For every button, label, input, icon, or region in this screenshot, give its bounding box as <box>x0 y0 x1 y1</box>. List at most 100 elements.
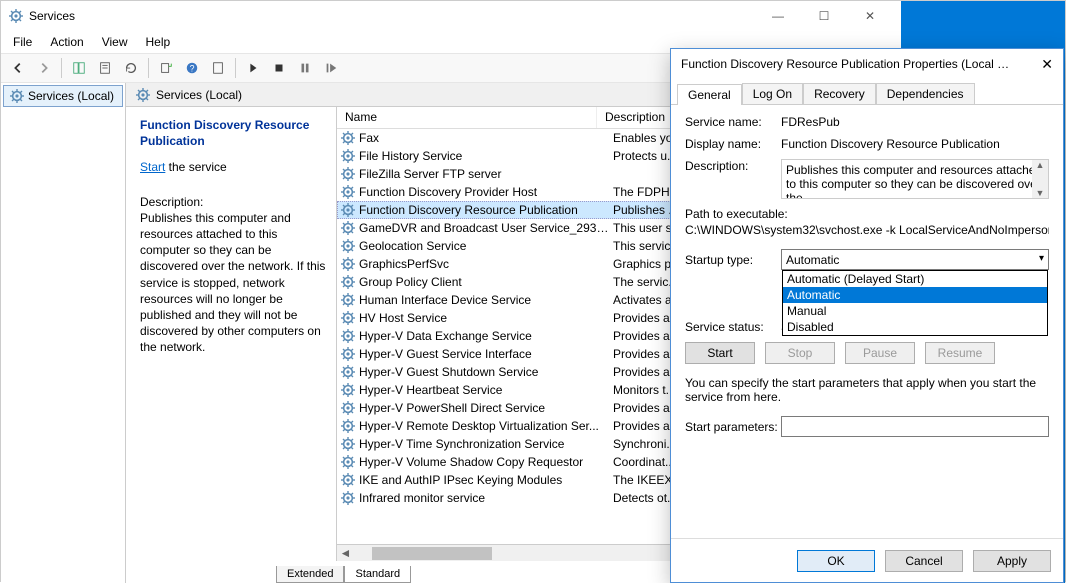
show-hide-tree-button[interactable] <box>68 57 90 79</box>
properties-dialog: Function Discovery Resource Publication … <box>670 48 1064 583</box>
startup-type-value: Automatic <box>786 253 839 267</box>
back-button[interactable] <box>7 57 29 79</box>
service-name: Hyper-V Heartbeat Service <box>359 383 609 397</box>
gear-icon <box>341 239 355 253</box>
startup-option[interactable]: Disabled <box>783 319 1047 335</box>
gear-icon <box>341 257 355 271</box>
svg-text:?: ? <box>190 64 195 74</box>
stop-button[interactable] <box>268 57 290 79</box>
tab-general[interactable]: General <box>677 84 742 105</box>
service-name: Group Policy Client <box>359 275 609 289</box>
forward-button[interactable] <box>33 57 55 79</box>
minimize-button[interactable]: — <box>755 1 801 31</box>
service-name: GraphicsPerfSvc <box>359 257 609 271</box>
detail-pane: Function Discovery Resource Publication … <box>126 107 336 561</box>
desc-text: Publishes this computer and resources at… <box>140 210 326 356</box>
maximize-button[interactable]: ☐ <box>801 1 847 31</box>
service-name-label: Service name: <box>685 115 781 129</box>
apply-button[interactable]: Apply <box>973 550 1051 572</box>
cancel-button[interactable]: Cancel <box>885 550 963 572</box>
gear-icon <box>341 383 355 397</box>
display-name-value: Function Discovery Resource Publication <box>781 137 1049 151</box>
close-button[interactable]: ✕ <box>847 1 893 31</box>
path-label: Path to executable: <box>685 207 1049 221</box>
start-parameters-label: Start parameters: <box>685 420 781 434</box>
menu-view[interactable]: View <box>94 33 136 51</box>
titlebar[interactable]: Services — ☐ ✕ <box>1 1 901 31</box>
properties-button[interactable] <box>94 57 116 79</box>
service-name: IKE and AuthIP IPsec Keying Modules <box>359 473 609 487</box>
pause-button[interactable] <box>294 57 316 79</box>
gear-icon <box>341 329 355 343</box>
desc-label: Description: <box>140 194 326 210</box>
gear-icon <box>341 347 355 361</box>
startup-type-label: Startup type: <box>685 253 781 267</box>
gear-icon <box>341 401 355 415</box>
service-name: Hyper-V Data Exchange Service <box>359 329 609 343</box>
dialog-close-button[interactable]: ✕ <box>1013 56 1053 73</box>
scroll-thumb[interactable] <box>372 547 492 560</box>
gear-icon <box>341 131 355 145</box>
startup-type-combo[interactable]: Automatic ▾ Automatic (Delayed Start)Aut… <box>781 249 1049 270</box>
description-box[interactable]: Publishes this computer and resources at… <box>781 159 1049 199</box>
service-name: HV Host Service <box>359 311 609 325</box>
refresh-button[interactable] <box>120 57 142 79</box>
gear-icon <box>136 88 150 102</box>
gear-icon <box>341 437 355 451</box>
dialog-titlebar[interactable]: Function Discovery Resource Publication … <box>671 49 1063 79</box>
service-name: Hyper-V Volume Shadow Copy Requestor <box>359 455 609 469</box>
gear-icon <box>341 293 355 307</box>
startup-option[interactable]: Automatic (Delayed Start) <box>783 271 1047 287</box>
detail-service-name: Function Discovery Resource Publication <box>140 117 326 149</box>
start-link[interactable]: Start <box>140 160 165 174</box>
menu-help[interactable]: Help <box>138 33 179 51</box>
restart-button[interactable] <box>320 57 342 79</box>
gear-icon <box>341 167 355 181</box>
toolbar-properties-icon[interactable] <box>207 57 229 79</box>
app-title: Services <box>29 9 75 23</box>
start-parameters-input[interactable] <box>781 416 1049 437</box>
startup-type-dropdown[interactable]: Automatic (Delayed Start)AutomaticManual… <box>782 270 1048 336</box>
menu-action[interactable]: Action <box>42 33 91 51</box>
tab-logon[interactable]: Log On <box>742 83 803 104</box>
scroll-up-icon[interactable]: ▲ <box>1036 160 1045 170</box>
gear-icon <box>10 89 24 103</box>
col-name[interactable]: Name <box>337 107 597 128</box>
service-name: FileZilla Server FTP server <box>359 167 609 181</box>
startup-option[interactable]: Automatic <box>783 287 1047 303</box>
gear-icon <box>341 365 355 379</box>
dialog-title: Function Discovery Resource Publication … <box>681 57 1013 71</box>
tab-recovery[interactable]: Recovery <box>803 83 876 104</box>
description-text: Publishes this computer and resources at… <box>786 163 1042 199</box>
gear-icon <box>341 455 355 469</box>
gear-icon <box>341 185 355 199</box>
gear-icon <box>341 203 355 217</box>
service-name: Fax <box>359 131 609 145</box>
startup-option[interactable]: Manual <box>783 303 1047 319</box>
service-name: Hyper-V Guest Service Interface <box>359 347 609 361</box>
tab-extended[interactable]: Extended <box>276 566 344 583</box>
service-name: Hyper-V Remote Desktop Virtualization Se… <box>359 419 609 433</box>
tab-standard[interactable]: Standard <box>344 566 411 583</box>
play-button[interactable] <box>242 57 264 79</box>
menu-file[interactable]: File <box>5 33 40 51</box>
scroll-down-icon[interactable]: ▼ <box>1036 188 1045 198</box>
export-button[interactable] <box>155 57 177 79</box>
scroll-left-icon[interactable]: ◄ <box>337 545 354 562</box>
start-param-hint: You can specify the start parameters tha… <box>685 376 1049 404</box>
gear-icon <box>341 473 355 487</box>
desc-scrollbar[interactable]: ▲▼ <box>1032 160 1048 198</box>
pause-button: Pause <box>845 342 915 364</box>
start-button[interactable]: Start <box>685 342 755 364</box>
gear-icon <box>341 221 355 235</box>
tab-dependencies[interactable]: Dependencies <box>876 83 975 104</box>
start-suffix: the service <box>165 160 226 174</box>
service-name: Hyper-V Guest Shutdown Service <box>359 365 609 379</box>
dialog-tabstrip: General Log On Recovery Dependencies <box>671 79 1063 105</box>
ok-button[interactable]: OK <box>797 550 875 572</box>
service-status-label: Service status: <box>685 320 781 334</box>
nav-services-local[interactable]: Services (Local) <box>3 85 123 107</box>
service-name: Function Discovery Provider Host <box>359 185 609 199</box>
service-name: Hyper-V PowerShell Direct Service <box>359 401 609 415</box>
help-button[interactable]: ? <box>181 57 203 79</box>
